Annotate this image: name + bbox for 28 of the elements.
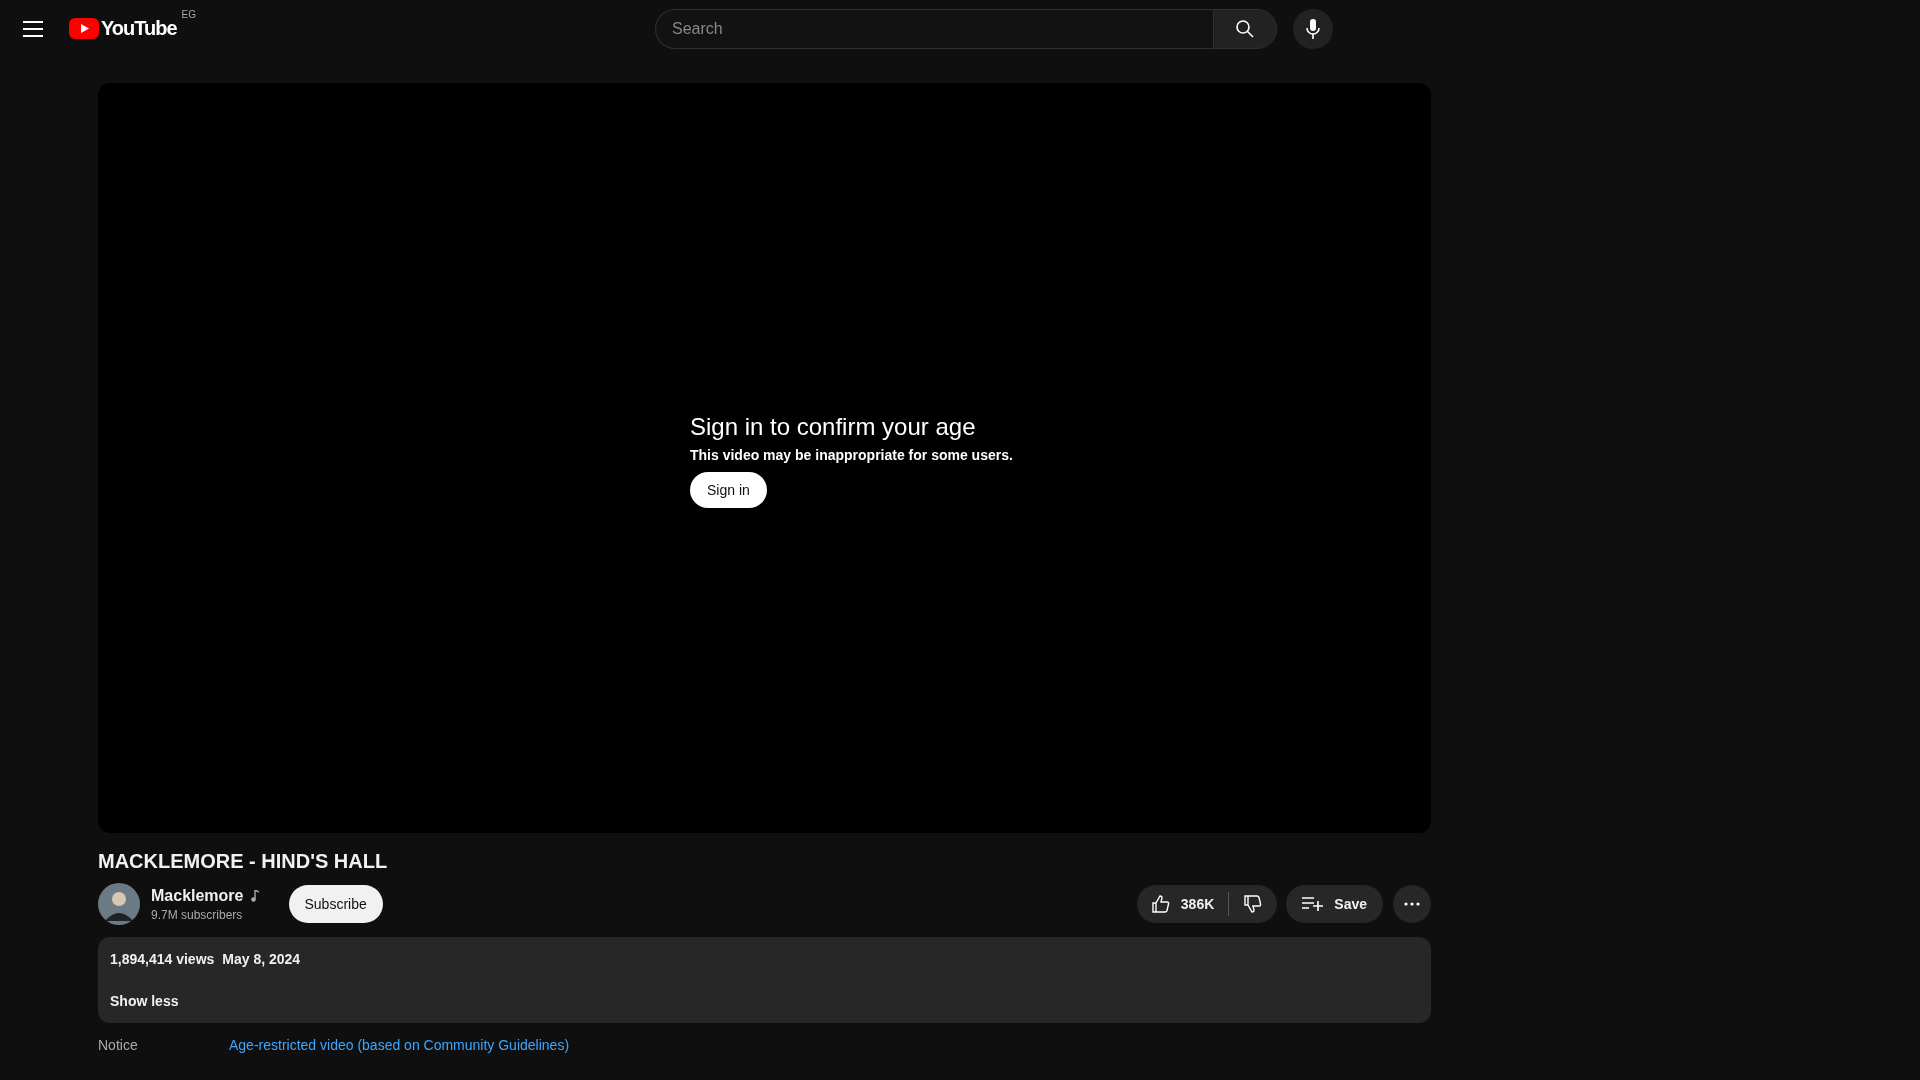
search-icon: [1235, 18, 1256, 39]
view-count: 1,894,414 views: [110, 951, 215, 967]
more-icon: [1404, 902, 1420, 906]
save-button[interactable]: Save: [1286, 885, 1383, 923]
age-message-title: Sign in to confirm your age: [690, 413, 976, 441]
thumbs-down-icon: [1243, 894, 1264, 914]
thumbs-up-icon: [1150, 894, 1171, 914]
country-code: EG: [181, 9, 197, 20]
logo-text[interactable]: YouTube: [101, 17, 177, 40]
age-message-text: This video may be inappropriate for some users.: [690, 447, 1013, 463]
search-field[interactable]: Search: [655, 8, 1214, 49]
channel-name[interactable]: Macklemore: [151, 886, 244, 905]
show-less-link[interactable]: Show less: [110, 993, 179, 1009]
upload-date: May 8, 2024: [222, 951, 301, 967]
guidelines-link[interactable]: Age-restricted video (based on Community Guidelines): [229, 1037, 570, 1053]
search-button[interactable]: [1213, 8, 1278, 49]
play-logo-icon: [69, 18, 99, 39]
subscribe-button[interactable]: Subscribe: [288, 885, 383, 923]
more-button[interactable]: [1393, 885, 1431, 923]
menu-icon[interactable]: [23, 20, 43, 37]
channel-avatar[interactable]: [98, 883, 140, 925]
add-to-playlist-icon: [1302, 896, 1325, 912]
music-note-icon: [249, 889, 259, 902]
notice-label: Notice: [98, 1037, 139, 1053]
microphone-icon: [1306, 18, 1321, 39]
subscriber-count: 9.7M subscribers: [151, 907, 244, 922]
video-title: MACKLEMORE - HIND'S HALL: [98, 850, 389, 873]
sign-in-button[interactable]: Sign in: [690, 472, 767, 508]
